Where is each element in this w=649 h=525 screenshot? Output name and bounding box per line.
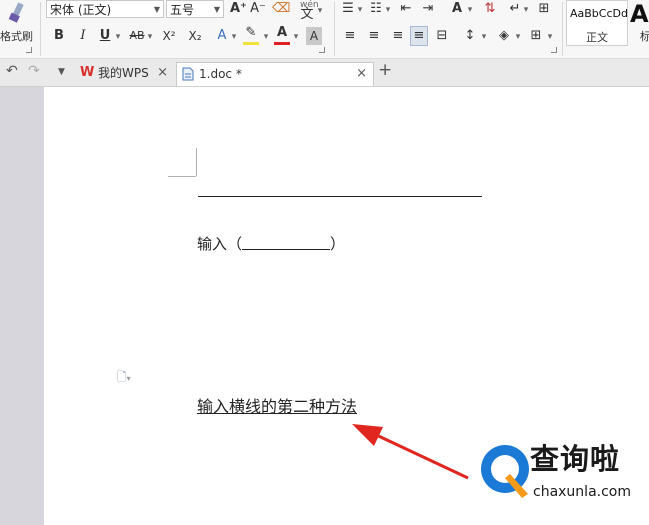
watermark-title: 查询啦 bbox=[530, 442, 621, 476]
watermark-url: chaxunla.com bbox=[533, 484, 631, 500]
